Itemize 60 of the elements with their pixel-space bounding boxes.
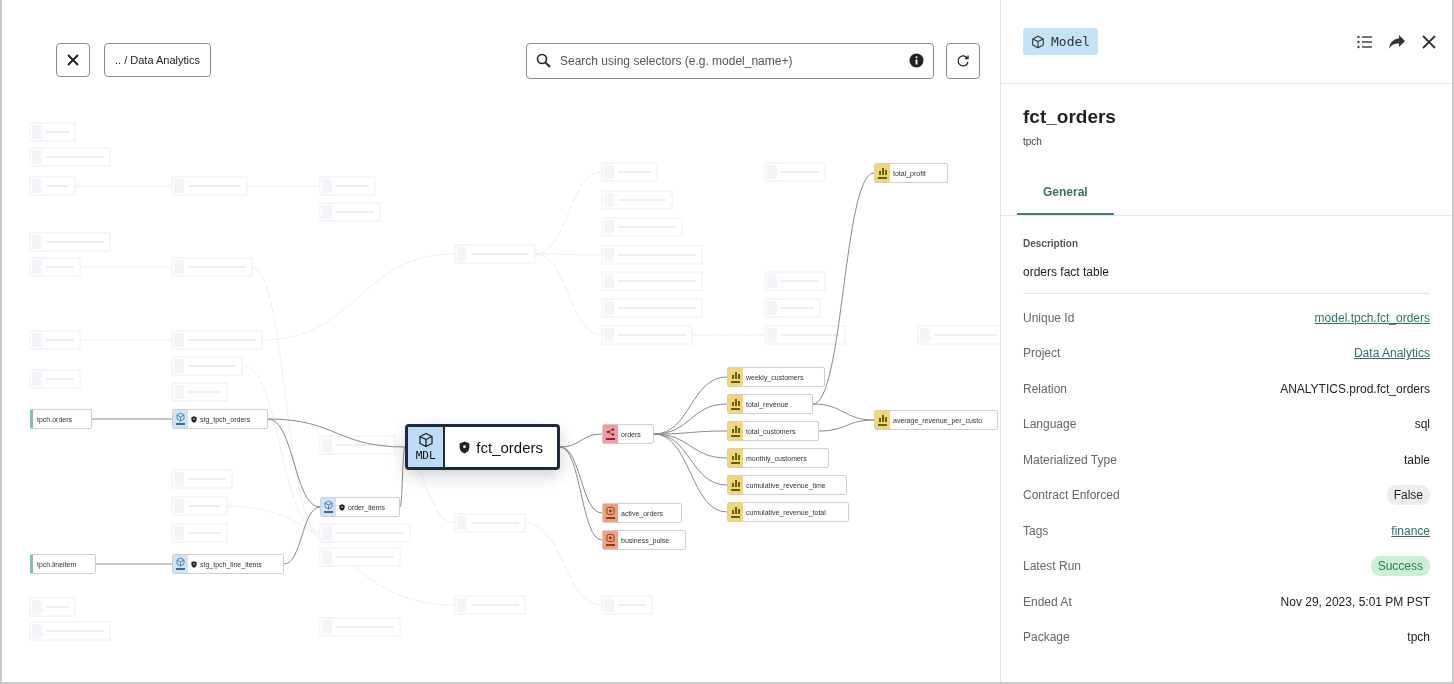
model-icon <box>173 555 188 573</box>
shield-icon <box>191 560 197 568</box>
status-pill: False <box>1386 485 1430 506</box>
model-icon <box>321 498 336 516</box>
field-value: tpch <box>1407 630 1430 645</box>
exposure-icon <box>603 531 618 549</box>
description-text: orders fact table <box>1023 265 1430 294</box>
node-title: fct_orders <box>1023 106 1117 128</box>
cube-icon <box>1031 34 1045 49</box>
type-label: Model <box>1051 34 1091 49</box>
close-button[interactable] <box>56 43 90 77</box>
field-label: Ended At <box>1023 594 1072 609</box>
lineage-node[interactable]: MDL fct_orders <box>405 424 560 470</box>
field-label: Contract Enforced <box>1023 488 1120 503</box>
field-label: Project <box>1023 346 1061 361</box>
field-link[interactable]: Data Analytics <box>1353 346 1430 361</box>
field-value: Nov 29, 2023, 5:01 PM PST <box>1280 594 1430 609</box>
model-icon <box>173 410 188 428</box>
field-value: ANALYTICS.prod.fct_orders <box>1280 381 1430 396</box>
shield-icon <box>191 415 197 423</box>
refresh-icon <box>956 54 970 68</box>
shield-icon <box>459 440 471 454</box>
metric-icon <box>728 422 743 440</box>
metric-icon <box>875 411 890 429</box>
metric-icon <box>728 368 743 386</box>
close-icon <box>66 53 80 67</box>
field-label: Relation <box>1023 381 1068 396</box>
share-icon[interactable] <box>1388 32 1406 51</box>
metric-icon <box>875 164 890 182</box>
breadcrumb-button[interactable]: .. / Data Analytics <box>104 43 211 77</box>
badge-label: MDL <box>415 449 436 462</box>
edge-line <box>818 419 875 432</box>
metric-icon <box>728 395 743 413</box>
refresh-button[interactable] <box>946 43 980 79</box>
cube-icon <box>417 432 434 448</box>
node-label: fct_orders <box>476 438 543 456</box>
field-value: sql <box>1414 417 1430 432</box>
close-icon[interactable] <box>1420 32 1438 51</box>
field-link[interactable]: finance <box>1391 523 1430 538</box>
semantic-model-icon <box>603 425 618 443</box>
metric-icon <box>728 503 743 521</box>
section-label: Description <box>1023 238 1079 249</box>
field-label: Package <box>1023 630 1070 645</box>
metric-icon <box>728 449 743 467</box>
package-name: tpch <box>1023 136 1043 147</box>
search-icon <box>536 53 551 68</box>
exposure-icon <box>603 504 618 522</box>
field-value: table <box>1403 452 1430 467</box>
info-icon[interactable] <box>909 53 924 68</box>
field-label: Materialized Type <box>1023 452 1117 467</box>
field-label: Tags <box>1023 523 1049 538</box>
shield-icon <box>339 503 345 511</box>
status-pill: Success <box>1370 556 1430 577</box>
field-link[interactable]: model.tpch.fct_orders <box>1314 310 1430 325</box>
search-field[interactable]: Search using selectors (e.g. model_name+) <box>526 43 934 79</box>
field-label: Unique Id <box>1023 310 1075 325</box>
tab[interactable]: General <box>1017 177 1114 215</box>
metric-icon <box>728 476 743 494</box>
field-label: Language <box>1023 417 1077 432</box>
field-label: Latest Run <box>1023 559 1082 574</box>
